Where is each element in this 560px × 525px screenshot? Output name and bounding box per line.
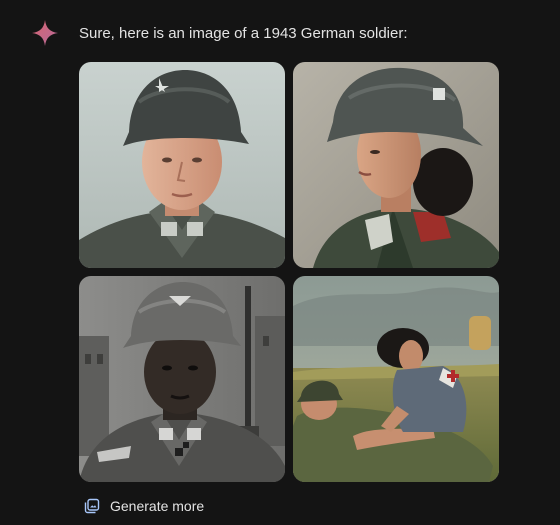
portrait-image-2 xyxy=(293,62,499,268)
generated-image-4[interactable] xyxy=(293,276,499,482)
portrait-image-3 xyxy=(79,276,285,482)
portrait-image-1 xyxy=(79,62,285,268)
response-text: Sure, here is an image of a 1943 German … xyxy=(79,25,408,42)
generated-image-3[interactable] xyxy=(79,276,285,482)
image-grid xyxy=(79,62,499,482)
image-stack-icon xyxy=(84,498,100,514)
generate-more-button[interactable]: Generate more xyxy=(84,494,204,518)
generated-image-2[interactable] xyxy=(293,62,499,268)
generate-more-label: Generate more xyxy=(110,498,205,514)
scene-image-4 xyxy=(293,276,499,482)
generated-image-1[interactable] xyxy=(79,62,285,268)
gemini-sparkle-icon xyxy=(32,20,58,46)
